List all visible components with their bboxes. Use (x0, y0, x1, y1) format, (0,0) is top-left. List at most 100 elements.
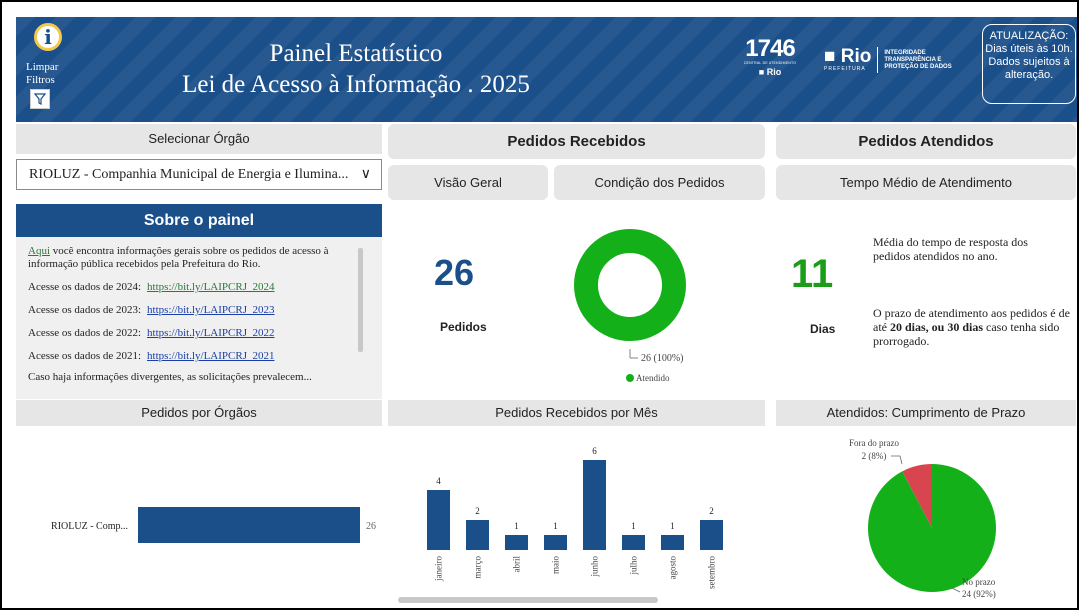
condicao-donut-chart: 26 (100%) Atendido (574, 229, 686, 383)
data-link-row-2021: Acesse os dados de 2021: https://bit.ly/L… (28, 350, 352, 363)
cut-text: Caso haja informações divergentes, as so… (28, 371, 312, 383)
data-link-row-2023: Acesse os dados de 2023: https://bit.ly/L… (28, 304, 352, 317)
orgao-bar-label: RIOLUZ - Comp... (51, 521, 128, 532)
logo-rio-text: ■ Rio (824, 46, 872, 67)
orgao-dropdown[interactable]: RIOLUZ - Companhia Municipal de Energia … (16, 159, 382, 190)
pie-label-no-name: No prazo (962, 577, 996, 587)
donut-group (574, 229, 686, 341)
pedidos-por-orgaos-chart: RIOLUZ - Comp... 26 (51, 507, 376, 543)
month-tick-label: janeiro (434, 556, 444, 582)
month-bar-value: 6 (592, 446, 597, 456)
logo-rio-sub: PREFEITURA (824, 66, 866, 72)
tab-visao-geral[interactable]: Visão Geral (388, 165, 548, 200)
header-bar: i Limpar Filtros Painel Estatístico Lei … (16, 17, 1077, 122)
logo-1746-number: 1746 (745, 35, 795, 62)
donut-slice-atendido (574, 229, 686, 341)
pie-label-fora-value: 2 (8%) (862, 451, 887, 461)
month-tick-label: março (473, 556, 483, 579)
sobre-painel-body: Aqui você encontra informações gerais so… (16, 237, 382, 399)
tab-condicao-pedidos[interactable]: Condição dos Pedidos (554, 165, 765, 200)
month-bar-value: 1 (514, 521, 519, 531)
title-line-2: Lei de Acesso à Informação . 2025 (182, 71, 530, 98)
month-bar-value: 1 (631, 521, 636, 531)
tempo-desc-1: Média do tempo de resposta dos pedidos a… (873, 235, 1028, 263)
month-tick-label: agosto (668, 556, 678, 580)
orgao-bar-value: 26 (366, 521, 376, 532)
update-info-box: ATUALIZAÇÃO: Dias úteis às 10h. Dados su… (982, 24, 1076, 104)
link-2024[interactable]: https://bit.ly/LAIPCRJ_2024 (147, 281, 274, 293)
dashboard-frame: i Limpar Filtros Painel Estatístico Lei … (0, 0, 1079, 610)
pedidos-atendidos-title: Pedidos Atendidos (776, 124, 1076, 159)
intro-text: você encontra informações gerais sobre o… (28, 245, 329, 270)
pedidos-por-mes-chart: 4 janeiro 2 março 1 abril 1 maio 6 junho 1 julho 1 ag… (427, 446, 723, 589)
month-bar[interactable] (466, 520, 489, 550)
tab-tempo-medio[interactable]: Tempo Médio de Atendimento (776, 165, 1076, 200)
sobre-scrollbar[interactable] (358, 248, 363, 352)
select-orgao-label: Selecionar Órgão (16, 124, 382, 154)
pie-label-fora-name: Fora do prazo (849, 438, 899, 448)
month-tick-label: junho (590, 556, 600, 578)
pedidos-por-orgaos-title: Pedidos por Órgãos (16, 400, 382, 426)
month-bar-value: 1 (670, 521, 675, 531)
prazo-text-bold: 20 dias, ou 30 dias (890, 320, 984, 334)
clear-filters-label: Limpar Filtros (26, 61, 59, 86)
logo-rio-block: ■ Rio PREFEITURA (824, 46, 872, 72)
legend-atendido-label: Atendido (636, 373, 670, 383)
logo-separator (877, 47, 879, 73)
page-title: Painel Estatístico Lei de Acesso à Infor… (156, 39, 556, 101)
month-bar[interactable] (427, 490, 450, 550)
month-bar[interactable] (505, 535, 528, 550)
month-bar-value: 4 (436, 476, 441, 486)
data-link-row-2022: Acesse os dados de 2022: https://bit.ly/L… (28, 327, 352, 340)
dias-label: Dias (810, 322, 836, 336)
month-bar[interactable] (661, 535, 684, 550)
total-pedidos-value: 26 (434, 252, 475, 293)
month-bar-value: 2 (709, 506, 714, 516)
chevron-down-icon[interactable]: ∨ (361, 160, 371, 189)
month-bar-value: 2 (475, 506, 480, 516)
link-row-label: Acesse os dados de 2024: (28, 281, 142, 293)
month-bar[interactable] (700, 520, 723, 550)
month-tick-label: abril (512, 556, 522, 573)
month-tick-label: maio (551, 556, 561, 574)
link-row-label: Acesse os dados de 2022: (28, 327, 142, 339)
month-bar[interactable] (622, 535, 645, 550)
cumprimento-prazo-chart: Fora do prazo 2 (8%) No prazo 24 (92%) (849, 438, 996, 599)
mes-chart-scrollbar[interactable] (398, 597, 658, 603)
link-2023[interactable]: https://bit.ly/LAIPCRJ_2023 (147, 304, 274, 316)
legend-atendido-swatch (626, 374, 634, 382)
tempo-desc-2: O prazo de atendimento aos pedidos é de … (873, 306, 1073, 348)
sobre-intro: Aqui você encontra informações gerais so… (28, 245, 352, 271)
month-bar[interactable] (583, 460, 606, 550)
pie-leader-no (951, 587, 961, 593)
logo-1746-rio: ■ Rio (758, 67, 782, 77)
filter-eraser-icon (33, 93, 47, 105)
sobre-painel-title: Sobre o painel (16, 204, 382, 237)
link-row-label: Acesse os dados de 2023: (28, 304, 142, 316)
pedidos-por-mes-title: Pedidos Recebidos por Mês (388, 400, 765, 426)
total-pedidos-label: Pedidos (440, 320, 487, 334)
pie-label-no-value: 24 (92%) (962, 589, 996, 599)
month-bar-value: 1 (553, 521, 558, 531)
logo-integridade: INTEGRIDADE TRANSPARÊNCIA E PROTEÇÃO DE … (884, 49, 952, 70)
pie-slice-no-prazo[interactable] (868, 464, 996, 592)
dias-value: 11 (791, 252, 834, 296)
logo-rio-prefeitura: ■ Rio PREFEITURA INTEGRIDADE TRANSPARÊNC… (824, 47, 962, 73)
clear-filters-button[interactable] (30, 89, 50, 109)
title-line-1: Painel Estatístico (269, 40, 443, 67)
link-2021[interactable]: https://bit.ly/LAIPCRJ_2021 (147, 350, 274, 362)
pie-leader-fora (891, 455, 903, 465)
logo-1746: 1746 CENTRAL DE ATENDIMENTO ■ Rio (741, 35, 799, 78)
cumprimento-prazo-title: Atendidos: Cumprimento de Prazo (776, 400, 1076, 426)
link-2022[interactable]: https://bit.ly/LAIPCRJ_2022 (147, 327, 274, 339)
month-bar[interactable] (544, 535, 567, 550)
info-icon[interactable]: i (34, 23, 62, 51)
orgao-bar[interactable] (138, 507, 360, 543)
donut-data-label: 26 (100%) (641, 353, 684, 364)
month-tick-label: setembro (707, 556, 717, 589)
link-row-label: Acesse os dados de 2021: (28, 350, 142, 362)
intro-link[interactable]: Aqui (28, 245, 50, 257)
orgao-dropdown-value: RIOLUZ - Companhia Municipal de Energia … (29, 167, 349, 182)
logo-1746-rio-text: Rio (766, 67, 782, 77)
data-link-row-2024: Acesse os dados de 2024: https://bit.ly/L… (28, 281, 352, 294)
